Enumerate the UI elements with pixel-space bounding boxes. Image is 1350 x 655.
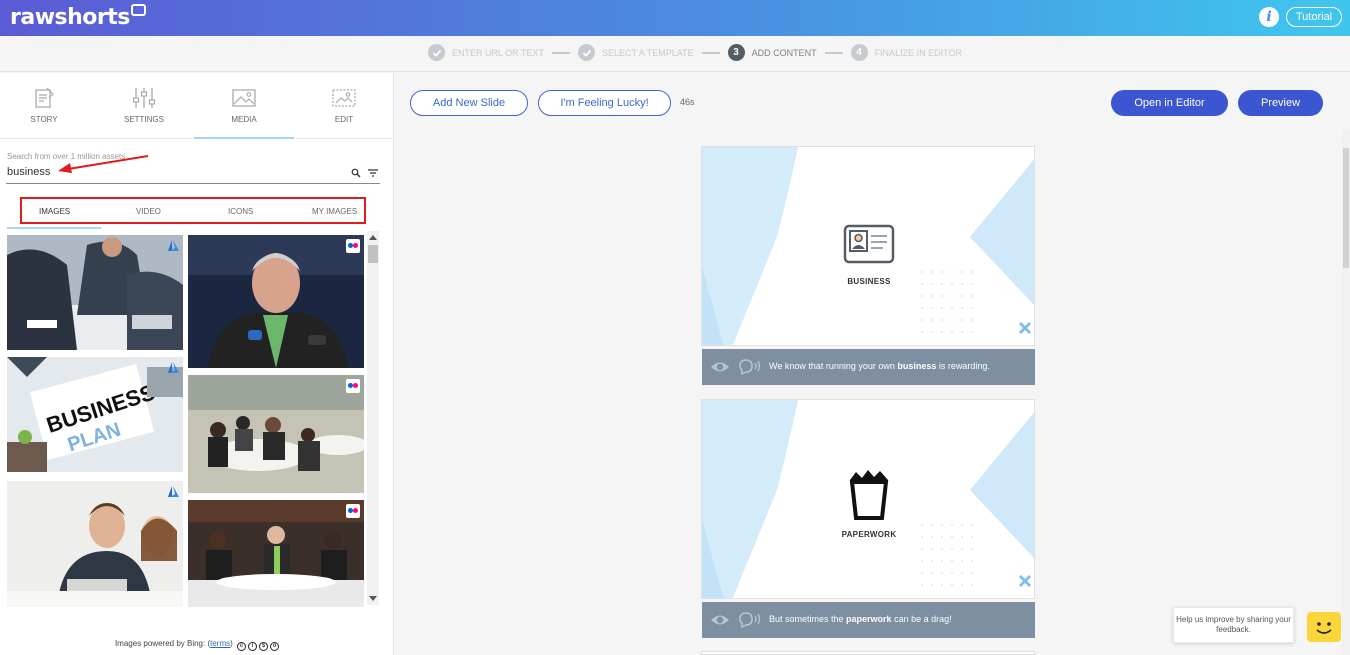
tutorial-button[interactable]: Tutorial: [1286, 7, 1342, 27]
bing-attribution: Images powered by Bing: (terms) c i $ o: [0, 639, 394, 651]
edit-image-icon: [332, 89, 356, 107]
media-tab-video[interactable]: VIDEO: [136, 207, 161, 216]
slide-card[interactable]: BUSINESS: [701, 146, 1035, 346]
step-separator: [701, 51, 720, 54]
flickr-badge-icon: [346, 504, 360, 518]
story-icon: [35, 87, 54, 108]
tab-settings-label: SETTINGS: [123, 115, 164, 124]
feedback-smiley-icon[interactable]: [1307, 612, 1341, 642]
caption-text: We know that running your own business i…: [769, 361, 990, 371]
add-new-slide-button[interactable]: Add New Slide: [410, 90, 528, 116]
step-4-number: 4: [850, 44, 868, 61]
tab-media[interactable]: MEDIA: [194, 73, 294, 139]
step-separator: [552, 51, 571, 54]
feeling-lucky-button[interactable]: I'm Feeling Lucky!: [538, 90, 671, 116]
slides-scroll-thumb[interactable]: [1343, 148, 1349, 268]
sliders-icon: [132, 88, 156, 108]
progress-steps-bar: ENTER URL OR TEXT SELECT A TEMPLATE 3 AD…: [0, 36, 1350, 72]
results-scrollbar[interactable]: [367, 231, 379, 605]
search-underline: [6, 183, 380, 184]
slide-title: BUSINESS: [847, 277, 891, 286]
cc-by-icon: i: [248, 642, 258, 651]
tab-story[interactable]: STORY: [0, 73, 94, 139]
step-3-label: ADD CONTENT: [751, 47, 817, 58]
media-type-tabs: IMAGES VIDEO ICONS MY IMAGES: [20, 197, 366, 224]
tab-edit-label: EDIT: [334, 115, 354, 124]
step-2-check-icon: [578, 44, 596, 61]
image-result[interactable]: [7, 481, 183, 607]
filter-icon[interactable]: [368, 169, 378, 177]
image-result[interactable]: BUSINESS PLAN: [7, 357, 183, 472]
step-1-check-icon: [428, 44, 445, 61]
step-1-label: ENTER URL OR TEXT: [452, 47, 545, 58]
cc-icon: c: [237, 642, 247, 651]
steps: ENTER URL OR TEXT SELECT A TEMPLATE 3 AD…: [428, 44, 970, 61]
media-tab-my-images[interactable]: MY IMAGES: [312, 207, 357, 216]
tab-story-label: STORY: [30, 115, 58, 124]
feedback-prompt[interactable]: Help us improve by sharing your feedback…: [1173, 607, 1294, 643]
step-separator: [824, 51, 843, 54]
open-in-editor-button[interactable]: Open in Editor: [1111, 90, 1228, 116]
search-icon[interactable]: [351, 168, 361, 178]
id-card-icon: [843, 224, 895, 264]
image-results-grid: BUSINESS PLAN: [7, 235, 365, 607]
eye-icon[interactable]: [710, 613, 730, 627]
preview-button[interactable]: Preview: [1238, 90, 1323, 116]
video-duration: 46s: [680, 97, 695, 107]
cc-sa-icon: o: [270, 642, 280, 651]
info-icon[interactable]: i: [1259, 7, 1279, 27]
step-4-label: FINALIZE IN EDITOR: [874, 47, 962, 58]
paper-bin-icon: [849, 470, 889, 520]
logo-play-icon: [130, 4, 146, 16]
slide-card[interactable]: PAPERWORK: [701, 399, 1035, 599]
search-input[interactable]: business: [7, 166, 50, 178]
cc-nc-icon: $: [259, 642, 269, 651]
scroll-thumb[interactable]: [368, 245, 378, 263]
image-result[interactable]: [188, 375, 364, 493]
azure-badge-icon: [168, 486, 179, 497]
panel-tabs: STORY SETTINGS MEDIA EDIT: [0, 73, 394, 139]
close-icon[interactable]: [1018, 321, 1032, 335]
attribution-prefix: Images powered by Bing: (: [114, 639, 211, 648]
image-icon: [232, 89, 256, 107]
slides-scrollbar[interactable]: [1342, 130, 1350, 655]
image-result[interactable]: [188, 500, 364, 607]
scroll-down-arrow-icon[interactable]: [369, 596, 377, 601]
attribution-suffix: ): [230, 639, 233, 648]
flickr-badge-icon: [346, 379, 360, 393]
voiceover-icon[interactable]: [737, 358, 763, 376]
annotation-arrow: [58, 155, 149, 173]
tab-media-label: MEDIA: [231, 115, 257, 124]
tab-settings[interactable]: SETTINGS: [94, 73, 194, 139]
slide-caption[interactable]: We know that running your own business i…: [702, 349, 1035, 385]
voiceover-icon[interactable]: [737, 611, 763, 629]
azure-badge-icon: [168, 240, 179, 251]
rawshorts-logo[interactable]: rawshorts: [10, 4, 146, 30]
step-3-number: 3: [727, 44, 745, 61]
step-2-label: SELECT A TEMPLATE: [602, 47, 694, 58]
terms-link[interactable]: terms: [210, 639, 230, 648]
slide-title: PAPERWORK: [841, 530, 897, 539]
media-tab-icons[interactable]: ICONS: [228, 207, 253, 216]
flickr-badge-icon: [346, 239, 360, 253]
azure-badge-icon: [168, 362, 179, 373]
media-tab-active-indicator: [7, 227, 101, 229]
media-tab-images[interactable]: IMAGES: [39, 207, 70, 216]
media-panel: STORY SETTINGS MEDIA EDIT Search from ov…: [0, 73, 394, 655]
scroll-up-arrow-icon[interactable]: [369, 235, 377, 240]
image-result[interactable]: [7, 235, 183, 350]
top-bar: rawshorts i Tutorial: [0, 0, 1350, 36]
slide-caption[interactable]: But sometimes the paperwork can be a dra…: [702, 602, 1035, 638]
image-result[interactable]: [188, 235, 364, 368]
caption-text: But sometimes the paperwork can be a dra…: [769, 614, 952, 624]
slide-card[interactable]: [701, 651, 1035, 655]
tab-edit[interactable]: EDIT: [294, 73, 394, 139]
close-icon[interactable]: [1018, 574, 1032, 588]
eye-icon[interactable]: [710, 360, 730, 374]
